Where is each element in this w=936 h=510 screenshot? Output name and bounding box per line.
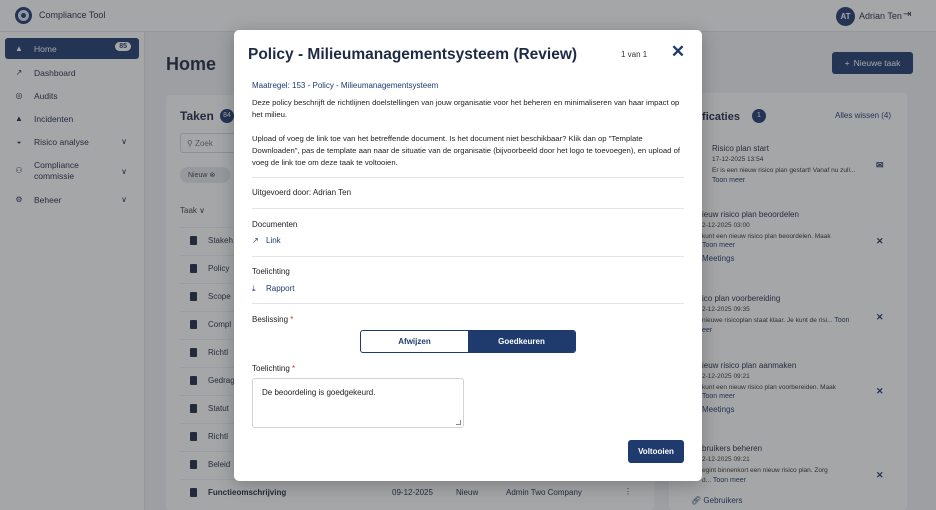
reject-button[interactable]: Afwijzen (361, 331, 468, 352)
report-link-label: Rapport (266, 284, 295, 293)
explanation-label: Toelichting (252, 267, 290, 276)
divider (252, 303, 684, 304)
modal-title: Policy - Milieumanagementsysteem (Review… (248, 46, 578, 63)
decision-toggle[interactable]: Afwijzen Goedkeuren (360, 330, 576, 353)
documents-label: Documenten (252, 220, 298, 229)
policy-instructions: Upload of voeg de link toe van het betre… (252, 134, 680, 167)
comment-textarea[interactable]: De beoordeling is goedgekeurd. (252, 378, 464, 428)
measure-link[interactable]: Maatregel: 153 - Policy - Milieumanageme… (252, 81, 438, 90)
resize-handle[interactable] (456, 420, 461, 425)
required-mark: * (292, 364, 296, 373)
performed-by: Uitgevoerd door: Adrian Ten (252, 188, 352, 197)
divider (252, 177, 684, 178)
required-mark: * (290, 315, 294, 324)
review-modal: Policy - Milieumanagementsysteem (Review… (234, 30, 702, 481)
divider (252, 256, 684, 257)
decision-label: Beslissing * (252, 315, 293, 324)
decision-label-text: Beslissing (252, 315, 289, 324)
comment-text: De beoordeling is goedgekeurd. (262, 388, 376, 397)
policy-description: Deze policy beschrijft de richtlijnen do… (252, 98, 680, 119)
close-icon[interactable]: ✕ (670, 43, 686, 60)
modal-pager: 1 van 1 (621, 50, 648, 59)
documents-link-label: Link (266, 236, 281, 245)
download-icon: ⤓ (252, 284, 256, 293)
report-download-link[interactable]: ⤓ Rapport (252, 284, 294, 293)
finish-button[interactable]: Voltooien (628, 440, 684, 463)
documents-link[interactable]: ↗ Link (252, 236, 281, 245)
approve-button[interactable]: Goedkeuren (468, 331, 575, 352)
divider (252, 208, 684, 209)
external-link-icon: ↗ (252, 236, 259, 245)
comment-label-text: Toelichting (252, 364, 290, 373)
comment-label: Toelichting * (252, 364, 295, 373)
